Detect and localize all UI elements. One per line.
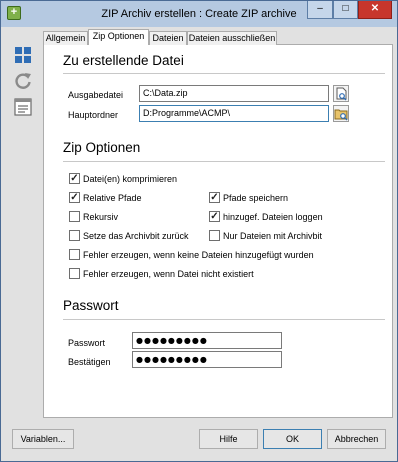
log-added-checkbox[interactable]: ✓ [209,211,220,222]
error-no-files-checkbox[interactable] [69,249,80,260]
output-file-browse-button[interactable] [333,85,349,102]
list-icon[interactable] [13,97,33,117]
tab-dateien[interactable]: Dateien [149,31,187,45]
grid-icon[interactable] [13,45,33,65]
refresh-icon[interactable] [13,71,33,91]
ok-button[interactable]: OK [263,429,322,449]
close-button[interactable]: ✕ [358,1,392,19]
error-missing-label: Fehler erzeugen, wenn Datei nicht existi… [83,269,254,279]
log-added-label: hinzugef. Dateien loggen [223,212,323,222]
help-button[interactable]: Hilfe [199,429,258,449]
cancel-button[interactable]: Abbrechen [327,429,386,449]
error-missing-checkbox[interactable] [69,268,80,279]
tab-dateien-ausschliessen[interactable]: Dateien ausschließen [187,31,277,45]
maximize-button[interactable]: □ [333,1,358,19]
password-field[interactable]: ●●●●●●●●● [132,332,282,349]
confirm-label: Bestätigen [68,357,111,367]
relative-paths-checkbox[interactable]: ✓ [69,192,80,203]
only-archive-bit-label: Nur Dateien mit Archivbit [223,231,323,241]
reset-archive-bit-checkbox[interactable] [69,230,80,241]
file-section-title: Zu erstellende Datei [63,53,184,68]
recursive-checkbox[interactable] [69,211,80,222]
recursive-label: Rekursiv [83,212,119,222]
root-folder-browse-button[interactable] [333,105,349,122]
variables-button[interactable]: Variablen... [12,429,74,449]
only-archive-bit-checkbox[interactable] [209,230,220,241]
confirm-password-field[interactable]: ●●●●●●●●● [132,351,282,368]
relative-paths-label: Relative Pfade [83,193,142,203]
password-section-divider [63,319,385,320]
root-folder-label: Hauptordner [68,110,119,120]
tab-zip-optionen[interactable]: Zip Optionen [88,29,149,45]
file-section-divider [63,73,385,74]
dialog-window: + ZIP Archiv erstellen : Create ZIP arch… [0,0,398,462]
output-file-field[interactable]: C:\Data.zip [139,85,329,102]
folder-browse-icon [334,109,348,121]
password-label: Passwort [68,338,106,348]
reset-archive-bit-label: Setze das Archivbit zurück [83,231,189,241]
save-paths-checkbox[interactable]: ✓ [209,192,220,203]
output-file-label: Ausgabedatei [68,90,124,100]
compress-label: Datei(en) komprimieren [83,174,178,184]
minimize-button[interactable]: – [307,1,333,19]
tab-allgemein[interactable]: Allgemein [43,31,88,45]
sidebar-toolbar [7,27,41,417]
zip-options-divider [63,161,385,162]
compress-checkbox[interactable]: ✓ [69,173,80,184]
save-paths-label: Pfade speichern [223,193,289,203]
root-folder-field[interactable]: D:Programme\ACMP\ [139,105,329,122]
zip-options-title: Zip Optionen [63,140,141,155]
title-bar[interactable]: + ZIP Archiv erstellen : Create ZIP arch… [1,1,397,27]
password-section-title: Passwort [63,298,119,313]
file-browse-icon [336,87,347,101]
error-no-files-label: Fehler erzeugen, wenn keine Dateien hinz… [83,250,314,260]
